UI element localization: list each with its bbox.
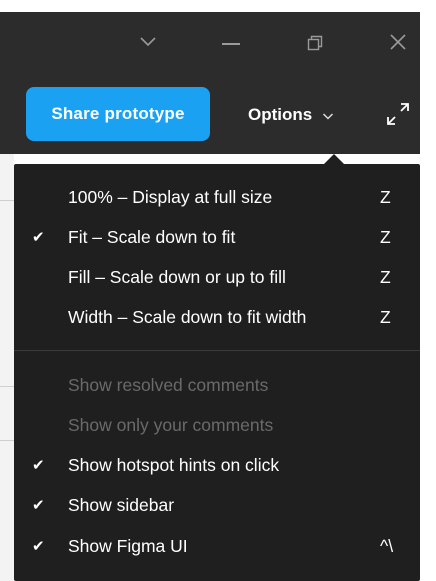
close-icon[interactable] — [388, 32, 408, 57]
minimize-icon[interactable] — [222, 43, 240, 45]
menu-item-label: Width – Scale down to fit width — [68, 306, 307, 327]
menu-item-fit[interactable]: ✔ Fit – Scale down to fit Z — [14, 217, 420, 257]
menu-item-label: 100% – Display at full size — [68, 186, 273, 207]
menu-item-show-hotspot-hints[interactable]: ✔ Show hotspot hints on click — [14, 445, 420, 485]
options-button[interactable]: Options — [248, 98, 334, 132]
restore-icon[interactable] — [306, 34, 324, 57]
menu-item-shortcut: ^\ — [380, 535, 394, 556]
divider — [0, 200, 14, 201]
menu-item-shortcut: Z — [380, 306, 391, 327]
window-titlebar — [0, 12, 420, 76]
menu-item-show-sidebar[interactable]: ✔ Show sidebar — [14, 485, 420, 525]
prototype-toolbar: Share prototype Options — [0, 76, 420, 154]
share-prototype-button[interactable]: Share prototype — [26, 87, 210, 141]
canvas-background — [0, 154, 14, 581]
menu-divider — [14, 350, 420, 351]
menu-pointer — [324, 154, 344, 164]
menu-item-width[interactable]: ✔ Width – Scale down to fit width Z — [14, 297, 420, 337]
menu-item-shortcut: Z — [380, 186, 391, 207]
menu-item-shortcut: Z — [380, 266, 391, 287]
chevron-down-icon[interactable] — [138, 34, 158, 53]
menu-item-show-only-your-comments[interactable]: ✔ Show only your comments — [14, 405, 420, 445]
expand-icon[interactable] — [384, 100, 412, 133]
menu-item-shortcut: Z — [380, 226, 391, 247]
menu-item-show-figma-ui[interactable]: ✔ Show Figma UI ^\ — [14, 526, 420, 566]
checkmark-icon: ✔ — [32, 229, 45, 246]
options-menu: ✔ 100% – Display at full size Z ✔ Fit – … — [14, 164, 420, 581]
menu-item-fill[interactable]: ✔ Fill – Scale down or up to fill Z — [14, 257, 420, 297]
checkmark-icon: ✔ — [32, 538, 45, 555]
menu-item-label: Show resolved comments — [68, 374, 269, 395]
menu-item-label: Fit – Scale down to fit — [68, 226, 236, 247]
menu-item-display-full-size[interactable]: ✔ 100% – Display at full size Z — [14, 177, 420, 217]
menu-item-label: Show only your comments — [68, 414, 274, 435]
options-label: Options — [248, 105, 313, 124]
menu-item-label: Fill – Scale down or up to fill — [68, 266, 286, 287]
menu-item-show-resolved-comments[interactable]: ✔ Show resolved comments — [14, 365, 420, 405]
menu-item-label: Show sidebar — [68, 494, 175, 515]
divider — [0, 440, 14, 441]
checkmark-icon: ✔ — [32, 497, 45, 514]
checkmark-icon: ✔ — [32, 457, 45, 474]
menu-item-label: Show hotspot hints on click — [68, 454, 280, 475]
divider — [0, 386, 14, 387]
menu-item-label: Show Figma UI — [68, 535, 188, 556]
chevron-down-icon — [322, 107, 334, 123]
